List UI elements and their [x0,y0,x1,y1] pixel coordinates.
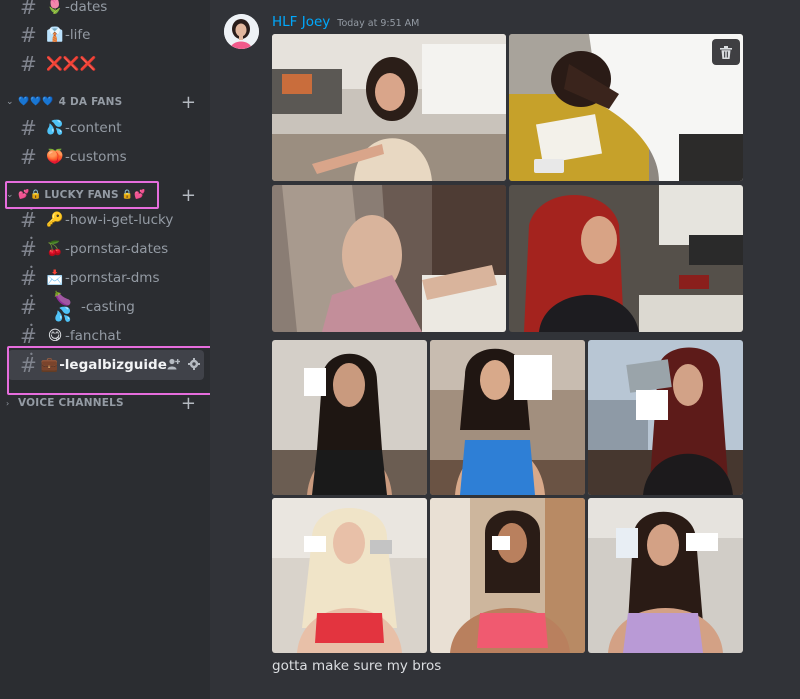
channel-emoji: 🍆💦 [54,291,72,323]
hash-lock-icon: # • [20,292,37,319]
channel-pornstar-dms[interactable]: # • 📩 -pornstar-dms [8,263,204,293]
channel-fanchat[interactable]: # • 😋 -fanchat [8,321,204,351]
channel-content[interactable]: # 💦 -content [8,113,204,143]
category-emoji: 💙💙💙 [18,97,55,107]
hash-icon: # [20,0,37,19]
message-author[interactable]: HLF Joey [272,14,330,30]
channel-legalbizguide[interactable]: # • 💼 -legalbizguide [8,350,204,380]
hash-icon: # [20,145,37,169]
chevron-down-icon: ⌄ [6,97,14,107]
category-voice-channels[interactable]: › VOICE CHANNELS + [6,393,204,414]
attachment-image[interactable] [430,498,585,653]
category-4-da-fans[interactable]: ⌄ 💙💙💙 4 DA FANS + [6,92,204,113]
channel-emoji: 😋 [47,328,63,344]
channel-casting[interactable]: # • 🍆💦 -casting [8,291,204,323]
hash-lock-icon: # • [20,234,37,261]
avatar[interactable] [224,14,259,49]
category-label: VOICE CHANNELS [18,397,124,409]
channel-emoji: 🔑 [46,212,64,228]
message-header: HLF Joey Today at 9:51 AM [272,14,419,30]
channel-life[interactable]: # 👔 -life [8,20,204,50]
attachment-image[interactable] [272,185,506,332]
channel-emoji: 🍑 [46,149,64,165]
channel-emoji: 💦 [46,120,64,136]
hash-icon: # [20,23,37,47]
channel-xxx[interactable]: # ❌❌❌ [8,49,204,79]
category-label: 4 DA FANS [58,96,123,108]
category-emoji-left: 💕🔒 [18,190,43,200]
plus-icon[interactable]: + [181,393,204,414]
channel-label: -customs [65,149,127,165]
channel-emoji: 🌷 [46,0,64,15]
attachment-image[interactable] [430,340,585,495]
category-emoji-right: 🔒💕 [121,190,147,200]
channel-emoji: 📩 [46,270,64,286]
hash-lock-icon: # • [20,263,37,290]
hash-icon: # [20,52,37,76]
channel-label: -how-i-get-lucky [65,212,174,228]
attachment-image[interactable] [509,34,743,181]
channel-how-i-get-lucky[interactable]: # • 🔑 -how-i-get-lucky [8,205,204,235]
channel-label: -casting [81,299,135,315]
channel-emoji: 💼 [40,357,59,373]
channel-sidebar: # 🌷 -dates # 👔 -life # ❌❌❌ ⌄ 💙💙💙 4 DA FA… [0,0,210,699]
channel-label: -content [65,120,122,136]
plus-icon[interactable]: + [181,185,204,206]
message-content: gotta make sure my bros [272,658,442,674]
attachment-image[interactable] [509,185,743,332]
channel-dates[interactable]: # 🌷 -dates [8,0,204,22]
channel-pornstar-dates[interactable]: # • 🍒 -pornstar-dates [8,234,204,264]
attachment-image[interactable] [272,498,427,653]
attachment-image[interactable] [588,498,743,653]
channel-label: -dates [65,0,108,15]
hash-lock-icon: # • [20,321,37,348]
channel-emoji: 🍒 [46,241,64,257]
channel-label: -legalbizguide [59,357,167,373]
hash-lock-icon: # • [20,350,37,377]
gear-icon[interactable] [187,357,200,373]
category-lucky-fans[interactable]: ⌄ 💕🔒 LUCKY FANS 🔒💕 + [6,185,204,206]
chat-area: HLF Joey Today at 9:51 AM gotta make sur… [210,0,800,699]
hash-lock-icon: # • [20,205,37,232]
channel-label: ❌❌❌ [46,56,97,72]
add-member-icon[interactable] [167,358,181,373]
message-timestamp: Today at 9:51 AM [337,18,420,29]
trash-icon[interactable] [712,39,740,65]
category-label: LUCKY FANS [44,189,119,201]
channel-label: -pornstar-dates [65,241,169,257]
hash-icon: # [20,116,37,140]
plus-icon[interactable]: + [181,92,204,113]
attachment-image[interactable] [588,340,743,495]
chevron-down-icon: ⌄ [6,190,14,200]
channel-label: -fanchat [65,328,121,344]
channel-label: -life [65,27,91,43]
channel-emoji: 👔 [46,27,64,43]
channel-customs[interactable]: # 🍑 -customs [8,142,204,172]
channel-label: -pornstar-dms [65,270,160,286]
chevron-right-icon: › [6,398,10,408]
attachment-image[interactable] [272,34,506,181]
attachment-image[interactable] [272,340,427,495]
